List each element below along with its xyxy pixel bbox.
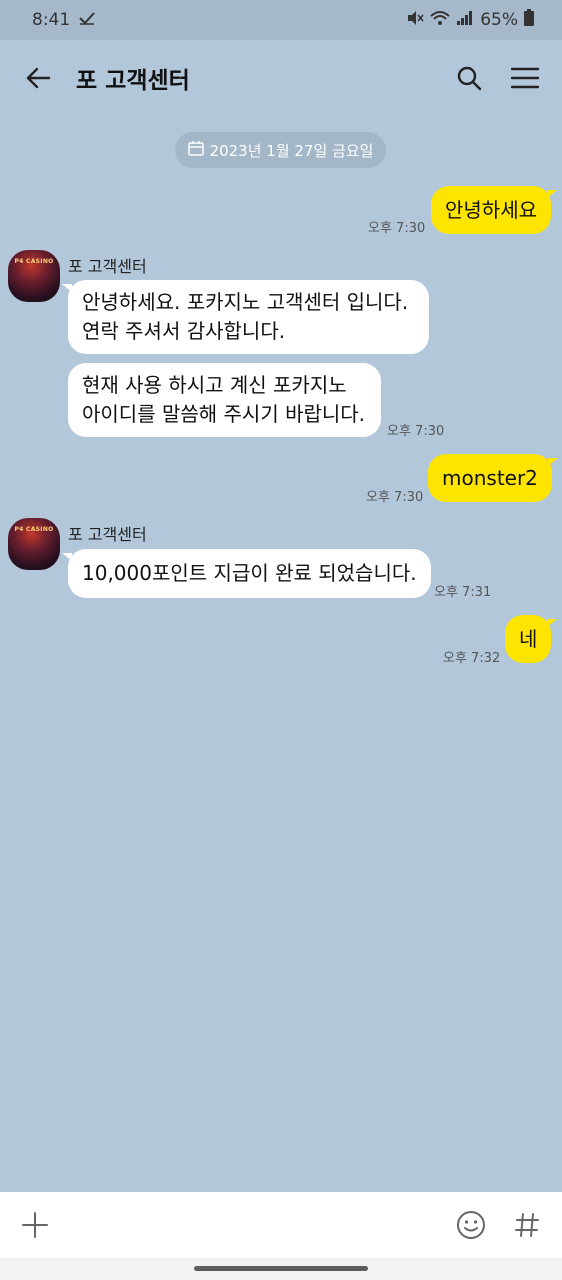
my-message-bubble[interactable]: 네 bbox=[505, 615, 558, 663]
signal-icon bbox=[456, 10, 474, 31]
avatar-logo-text: P4 CASINO bbox=[14, 526, 54, 533]
message-time: 오후 7:30 bbox=[387, 424, 445, 439]
date-divider: 2023년 1월 27일 금요일 bbox=[175, 132, 386, 168]
message-text-line: 현재 사용 하시고 계신 포카지노 bbox=[82, 373, 347, 397]
emoji-icon[interactable] bbox=[454, 1208, 488, 1242]
message-input-bar bbox=[0, 1192, 562, 1258]
message-text: 안녕하세요 bbox=[445, 197, 537, 222]
battery-icon bbox=[524, 9, 534, 31]
status-bar: 8:41 65% bbox=[0, 0, 562, 40]
battery-percent: 65% bbox=[480, 10, 518, 30]
hamburger-menu-icon[interactable] bbox=[508, 61, 542, 95]
calendar-icon bbox=[187, 140, 204, 160]
search-icon[interactable] bbox=[452, 61, 486, 95]
wifi-icon bbox=[430, 10, 450, 31]
their-message-bubble[interactable]: 안녕하세요. 포카지노 고객센터 입니다. 연락 주셔서 감사합니다. bbox=[62, 280, 429, 354]
avatar-logo-text: P4 CASINO bbox=[14, 258, 54, 265]
input-actions bbox=[454, 1208, 544, 1242]
mute-icon bbox=[406, 10, 424, 31]
status-indicators: 65% bbox=[406, 9, 534, 31]
my-message-bubble[interactable]: monster2 bbox=[428, 454, 558, 502]
status-time-group: 8:41 bbox=[32, 10, 96, 30]
sender-name: 포 고객센터 bbox=[68, 525, 147, 544]
back-arrow-icon[interactable] bbox=[20, 60, 56, 96]
their-message-bubble[interactable]: 10,000포인트 지급이 완료 되었습니다. bbox=[62, 549, 431, 598]
plus-icon[interactable] bbox=[18, 1208, 52, 1242]
system-navigation-bar bbox=[0, 1258, 562, 1280]
message-text-line: 아이디를 말씀해 주시기 바랍니다. bbox=[82, 402, 366, 426]
date-text: 2023년 1월 27일 금요일 bbox=[209, 141, 374, 160]
message-text: 10,000포인트 지급이 완료 되었습니다. bbox=[82, 561, 417, 585]
sender-avatar[interactable]: P4 CASINO bbox=[8, 250, 60, 302]
message-time: 오후 7:30 bbox=[368, 221, 426, 236]
check-icon bbox=[78, 10, 96, 30]
header-actions bbox=[452, 61, 542, 95]
message-text: 네 bbox=[519, 626, 538, 651]
message-text-line: 연락 주셔서 감사합니다. bbox=[82, 319, 286, 343]
message-text: monster2 bbox=[442, 465, 538, 490]
home-indicator[interactable] bbox=[194, 1266, 368, 1271]
hashtag-icon[interactable] bbox=[510, 1208, 544, 1242]
sender-name: 포 고객센터 bbox=[68, 257, 147, 276]
their-message-bubble[interactable]: 현재 사용 하시고 계신 포카지노 아이디를 말씀해 주시기 바랍니다. bbox=[68, 363, 381, 437]
my-message-bubble[interactable]: 안녕하세요 bbox=[431, 186, 557, 234]
message-text-line: 안녕하세요. 포카지노 고객센터 입니다. bbox=[82, 290, 409, 314]
message-time: 오후 7:31 bbox=[434, 585, 492, 600]
sender-avatar[interactable]: P4 CASINO bbox=[8, 518, 60, 570]
chat-header: 포 고객센터 bbox=[0, 40, 562, 116]
status-time: 8:41 bbox=[32, 10, 71, 30]
message-time: 오후 7:30 bbox=[366, 490, 424, 505]
chat-title: 포 고객센터 bbox=[76, 68, 190, 94]
message-time: 오후 7:32 bbox=[443, 651, 501, 666]
